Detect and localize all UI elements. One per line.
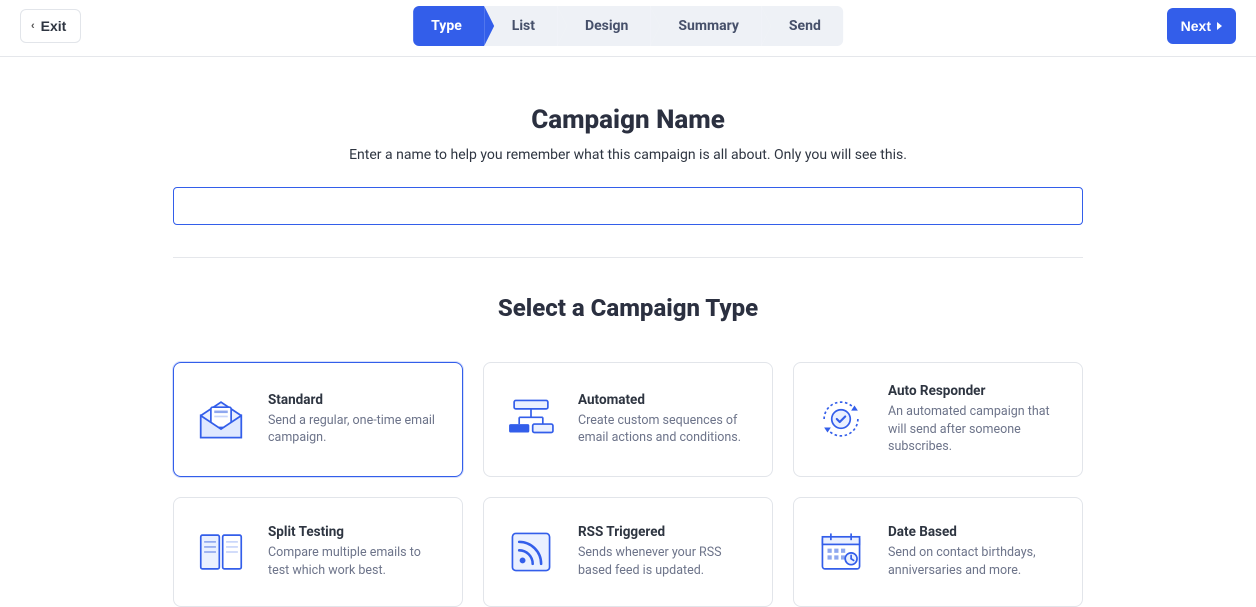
- section-divider: [173, 257, 1083, 258]
- step-design[interactable]: Design: [557, 6, 650, 46]
- step-summary[interactable]: Summary: [650, 6, 761, 46]
- next-button[interactable]: Next: [1167, 8, 1236, 44]
- type-card-rss-triggered[interactable]: RSS Triggered Sends whenever your RSS ba…: [483, 497, 773, 607]
- exit-button[interactable]: ‹ Exit: [20, 9, 81, 43]
- step-send[interactable]: Send: [761, 6, 843, 46]
- check-cycle-icon: [812, 392, 870, 446]
- step-list[interactable]: List: [484, 6, 557, 46]
- type-card-standard[interactable]: Standard Send a regular, one-time email …: [173, 362, 463, 477]
- rss-icon: [502, 525, 560, 579]
- type-card-title: Standard: [268, 392, 444, 408]
- type-card-desc: Create custom sequences of email actions…: [578, 412, 754, 447]
- type-card-split-testing[interactable]: Split Testing Compare multiple emails to…: [173, 497, 463, 607]
- flowchart-icon: [502, 392, 560, 446]
- type-card-desc: An automated campaign that will send aft…: [888, 403, 1064, 456]
- triangle-right-icon: [1217, 22, 1222, 30]
- type-card-title: Date Based: [888, 524, 1064, 540]
- top-bar: ‹ Exit Type List Design Summary Send Nex…: [0, 0, 1256, 57]
- campaign-name-heading: Campaign Name: [173, 105, 1083, 135]
- next-label: Next: [1181, 18, 1211, 34]
- type-card-title: Auto Responder: [888, 383, 1064, 399]
- wizard-stepper: Type List Design Summary Send: [413, 6, 843, 46]
- select-type-heading: Select a Campaign Type: [173, 294, 1083, 322]
- campaign-name-description: Enter a name to help you remember what t…: [173, 147, 1083, 163]
- main-content: Campaign Name Enter a name to help you r…: [173, 57, 1083, 607]
- type-card-desc: Sends whenever your RSS based feed is up…: [578, 544, 754, 579]
- type-card-auto-responder[interactable]: Auto Responder An automated campaign tha…: [793, 362, 1083, 477]
- campaign-name-input[interactable]: [173, 187, 1083, 225]
- type-card-desc: Send on contact birthdays, anniversaries…: [888, 544, 1064, 579]
- type-card-title: Split Testing: [268, 524, 444, 540]
- type-card-title: Automated: [578, 392, 754, 408]
- calendar-icon: [812, 525, 870, 579]
- step-type[interactable]: Type: [413, 6, 484, 46]
- chevron-left-icon: ‹: [31, 20, 35, 32]
- type-card-date-based[interactable]: Date Based Send on contact birthdays, an…: [793, 497, 1083, 607]
- type-card-desc: Compare multiple emails to test which wo…: [268, 544, 444, 579]
- type-card-title: RSS Triggered: [578, 524, 754, 540]
- type-card-desc: Send a regular, one-time email campaign.: [268, 412, 444, 447]
- type-card-automated[interactable]: Automated Create custom sequences of ema…: [483, 362, 773, 477]
- envelope-open-icon: [192, 392, 250, 446]
- exit-label: Exit: [41, 18, 67, 34]
- campaign-type-grid: Standard Send a regular, one-time email …: [173, 362, 1083, 607]
- split-test-icon: [192, 525, 250, 579]
